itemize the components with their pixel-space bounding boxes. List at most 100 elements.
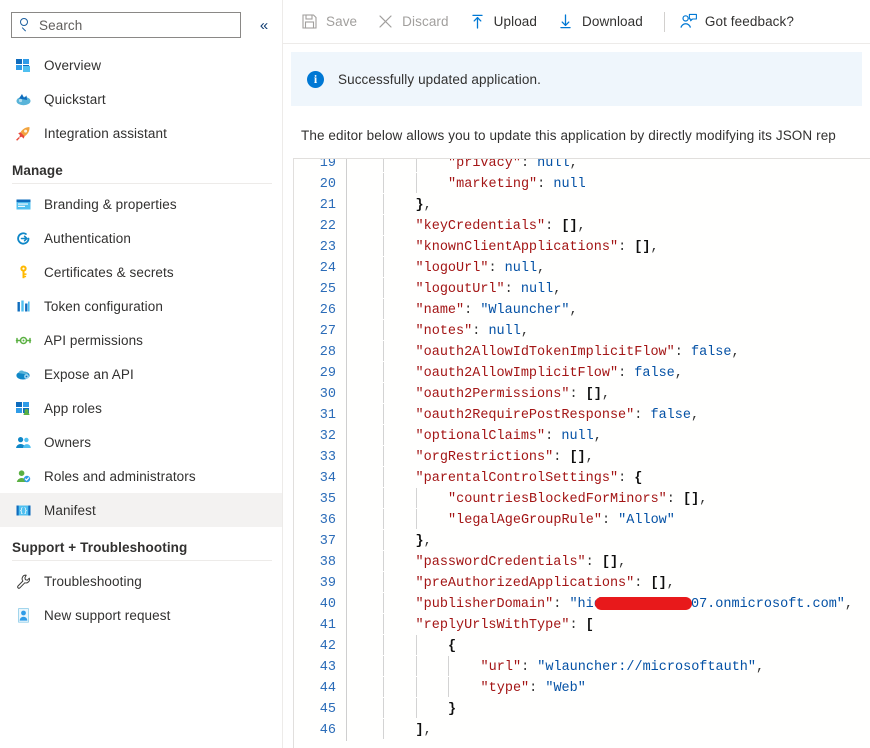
code-line: 26 "name": "Wlauncher", xyxy=(294,299,870,321)
code-line: 44 "type": "Web" xyxy=(294,677,870,699)
download-button[interactable]: Download xyxy=(552,7,652,37)
sidebar-item-quickstart[interactable]: Quickstart xyxy=(0,82,282,116)
collapse-sidebar-button[interactable]: « xyxy=(251,12,277,38)
line-number: 43 xyxy=(319,660,336,675)
line-number: 31 xyxy=(319,408,336,423)
line-number: 37 xyxy=(319,534,336,549)
code-text[interactable]: "passwordCredentials": [], xyxy=(347,551,870,573)
save-disk-icon xyxy=(300,12,319,31)
code-text[interactable]: "countriesBlockedForMinors": [], xyxy=(347,488,870,510)
code-text[interactable]: "notes": null, xyxy=(347,320,870,342)
sidebar-item-certificates-secrets[interactable]: Certificates & secrets xyxy=(0,255,282,289)
line-number: 42 xyxy=(319,639,336,654)
sidebar-item-expose-an-api[interactable]: Expose an API xyxy=(0,357,282,391)
manifest-json-editor[interactable]: 19 "privacy": null, 20 "marketing": null 21}… xyxy=(293,158,870,748)
code-text[interactable]: "marketing": null xyxy=(347,173,870,195)
code-text[interactable]: "oauth2RequirePostResponse": false, xyxy=(347,404,870,426)
code-text[interactable]: ], xyxy=(347,719,870,741)
sidebar-support-nav: Troubleshooting New support request xyxy=(0,564,282,632)
wrench-icon xyxy=(14,572,32,590)
code-text[interactable]: { xyxy=(347,635,870,657)
sidebar-item-integration-assistant[interactable]: Integration assistant xyxy=(0,116,282,150)
sidebar-item-token-configuration[interactable]: Token configuration xyxy=(0,289,282,323)
rocket-icon xyxy=(14,124,32,142)
sidebar-item-api-permissions[interactable]: API permissions xyxy=(0,323,282,357)
sidebar-item-troubleshooting[interactable]: Troubleshooting xyxy=(0,564,282,598)
roles-admin-icon xyxy=(14,467,32,485)
sidebar-item-manifest[interactable]: {} Manifest xyxy=(0,493,282,527)
sidebar-item-branding-properties[interactable]: Branding & properties xyxy=(0,187,282,221)
code-text[interactable]: "keyCredentials": [], xyxy=(347,215,870,237)
sidebar-item-authentication[interactable]: Authentication xyxy=(0,221,282,255)
got-feedback-button[interactable]: Got feedback? xyxy=(675,7,803,37)
code-line: 30 "oauth2Permissions": [], xyxy=(294,383,870,405)
svg-text:{}: {} xyxy=(19,507,27,515)
code-line: 21}, xyxy=(294,194,870,216)
line-number: 33 xyxy=(319,450,336,465)
code-text[interactable]: "url": "wlauncher://microsoftauth", xyxy=(347,656,870,678)
code-line: 22 "keyCredentials": [], xyxy=(294,215,870,237)
search-row: Search « xyxy=(0,0,282,48)
code-text[interactable]: "replyUrlsWithType": [ xyxy=(347,614,870,636)
line-number: 21 xyxy=(319,198,336,213)
line-number: 25 xyxy=(319,282,336,297)
line-number: 22 xyxy=(319,219,336,234)
code-line: 25 "logoutUrl": null, xyxy=(294,278,870,300)
save-button[interactable]: Save xyxy=(296,7,366,37)
code-text[interactable]: "oauth2AllowImplicitFlow": false, xyxy=(347,362,870,384)
quickstart-cloud-icon xyxy=(14,90,32,108)
code-text[interactable]: "privacy": null, xyxy=(347,159,870,175)
feedback-person-icon xyxy=(679,12,698,31)
code-text[interactable]: }, xyxy=(347,194,870,216)
code-text[interactable]: "oauth2Permissions": [], xyxy=(347,383,870,405)
support-person-icon xyxy=(14,606,32,624)
sidebar-item-label: Expose an API xyxy=(44,366,134,382)
code-text[interactable]: "type": "Web" xyxy=(347,677,870,699)
sidebar-item-label: App roles xyxy=(44,400,102,416)
code-text[interactable]: "preAuthorizedApplications": [], xyxy=(347,572,870,594)
left-sidebar: Search « Overview Quickstart Integration… xyxy=(0,0,283,748)
code-line: 38 "passwordCredentials": [], xyxy=(294,551,870,573)
info-icon: i xyxy=(307,70,324,88)
code-text[interactable]: "parentalControlSettings": { xyxy=(347,467,870,489)
code-line: 41 "replyUrlsWithType": [ xyxy=(294,614,870,636)
toolbar-divider xyxy=(663,11,665,32)
editor-description: The editor below allows you to update th… xyxy=(301,128,836,143)
code-text[interactable]: "optionalClaims": null, xyxy=(347,425,870,447)
code-text[interactable]: "knownClientApplications": [], xyxy=(347,236,870,258)
sidebar-item-app-roles[interactable]: App roles xyxy=(0,391,282,425)
sidebar-item-owners[interactable]: Owners xyxy=(0,425,282,459)
discard-button[interactable]: Discard xyxy=(372,7,457,37)
code-line: 32 "optionalClaims": null, xyxy=(294,425,870,447)
search-input[interactable]: Search xyxy=(11,12,241,38)
upload-button[interactable]: Upload xyxy=(464,7,546,37)
code-text[interactable]: "logoutUrl": null, xyxy=(347,278,870,300)
sidebar-item-new-support-request[interactable]: New support request xyxy=(0,598,282,632)
sidebar-item-label: Quickstart xyxy=(44,91,106,107)
line-number: 19 xyxy=(319,158,336,171)
code-text[interactable]: "oauth2AllowIdTokenImplicitFlow": false, xyxy=(347,341,870,363)
search-placeholder: Search xyxy=(39,17,83,33)
code-text[interactable]: "name": "Wlauncher", xyxy=(347,299,870,321)
code-line: 27 "notes": null, xyxy=(294,320,870,342)
code-line: 19 "privacy": null, xyxy=(294,158,870,175)
close-x-icon xyxy=(376,12,395,31)
discard-label: Discard xyxy=(402,14,449,29)
sidebar-item-label: Roles and administrators xyxy=(44,468,196,484)
sidebar-item-label: Integration assistant xyxy=(44,125,167,141)
expose-api-cloud-icon xyxy=(14,365,32,383)
code-line: 29 "oauth2AllowImplicitFlow": false, xyxy=(294,362,870,384)
code-text[interactable]: "logoUrl": null, xyxy=(347,257,870,279)
sidebar-item-overview[interactable]: Overview xyxy=(0,48,282,82)
sidebar-top-nav: Overview Quickstart Integration assistan… xyxy=(0,48,282,150)
code-text[interactable]: }, xyxy=(347,530,870,552)
branding-window-icon xyxy=(14,195,32,213)
code-text[interactable]: "legalAgeGroupRule": "Allow" xyxy=(347,509,870,531)
code-text[interactable]: "publisherDomain": "hidden0000000007.onm… xyxy=(347,593,870,615)
sidebar-item-roles-and-administrators[interactable]: Roles and administrators xyxy=(0,459,282,493)
code-line: 45} xyxy=(294,698,870,720)
code-text[interactable]: "orgRestrictions": [], xyxy=(347,446,870,468)
line-number: 38 xyxy=(319,555,336,570)
code-text[interactable]: } xyxy=(347,698,870,720)
line-number: 39 xyxy=(319,576,336,591)
